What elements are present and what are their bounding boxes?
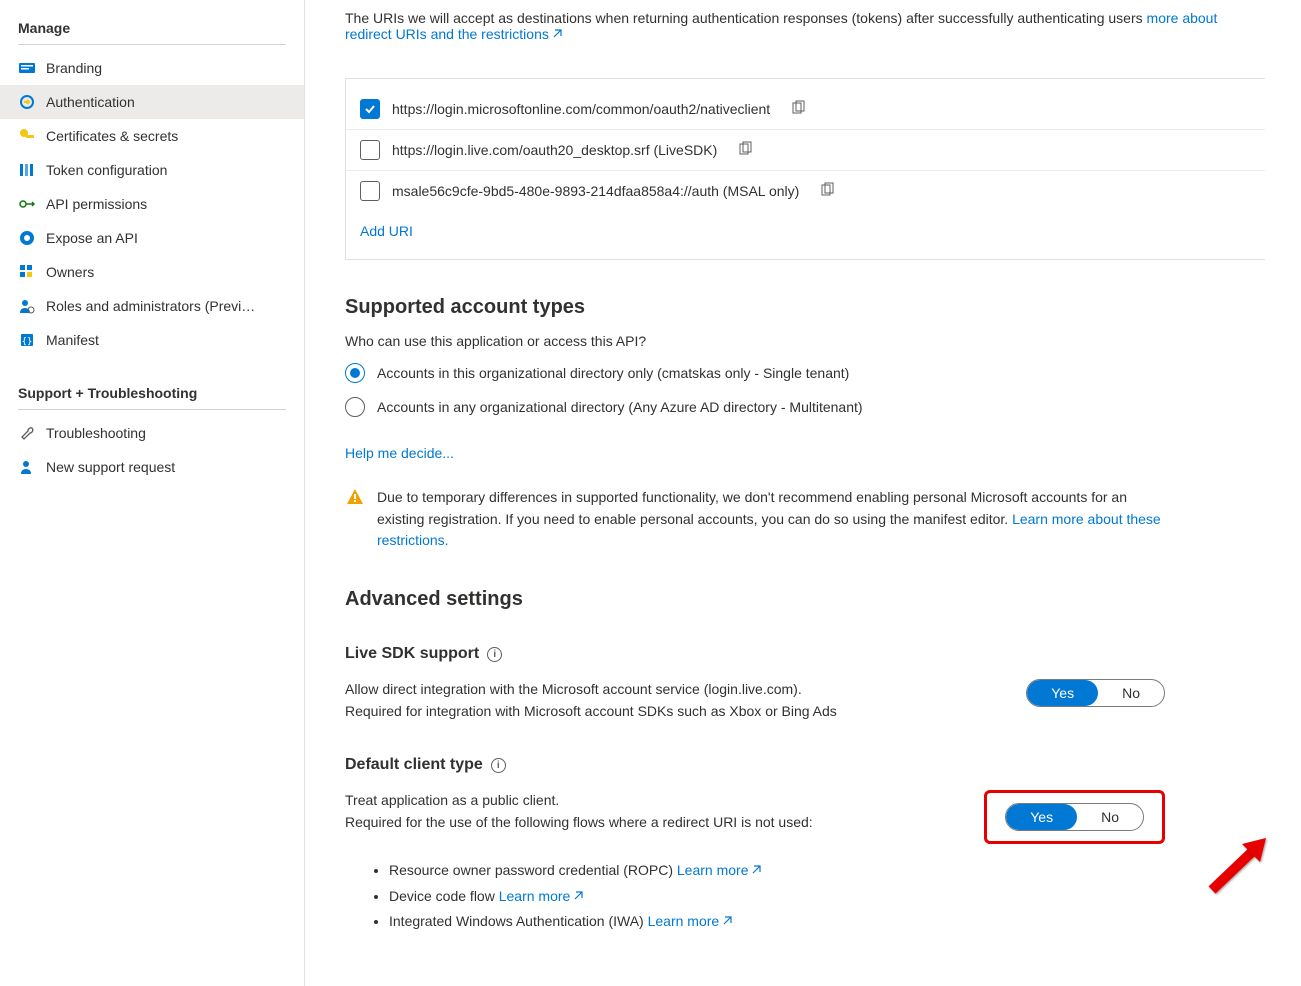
- sidebar-item-troubleshooting[interactable]: Troubleshooting: [0, 416, 304, 450]
- live-sdk-toggle[interactable]: Yes No: [1026, 679, 1165, 707]
- account-type-option[interactable]: Accounts in any organizational directory…: [345, 397, 1301, 417]
- manifest-icon: {}: [18, 331, 36, 349]
- copy-icon[interactable]: [737, 141, 753, 160]
- branding-icon: [18, 59, 36, 77]
- sidebar-item-authentication[interactable]: Authentication: [0, 85, 304, 119]
- section-label-manage: Manage: [0, 10, 304, 40]
- wrench-icon: [18, 424, 36, 442]
- toggle-yes[interactable]: Yes: [1027, 680, 1098, 706]
- default-client-type-toggle[interactable]: Yes No: [1005, 803, 1144, 831]
- nav-label: API permissions: [46, 196, 147, 212]
- info-icon[interactable]: i: [491, 758, 506, 773]
- default-client-setting-row: Treat application as a public client. Re…: [345, 790, 1165, 844]
- token-config-icon: [18, 161, 36, 179]
- sidebar-item-new-support[interactable]: New support request: [0, 450, 304, 484]
- uri-checkbox[interactable]: [360, 181, 380, 201]
- sidebar: Manage Branding Authentication Certifica…: [0, 0, 305, 986]
- flow-item: Integrated Windows Authentication (IWA) …: [389, 909, 1301, 934]
- divider: [18, 409, 286, 410]
- sidebar-item-roles-admins[interactable]: Roles and administrators (Previ…: [0, 289, 304, 323]
- owners-icon: [18, 263, 36, 281]
- expose-api-icon: [18, 229, 36, 247]
- supported-account-types-question: Who can use this application or access t…: [345, 333, 1301, 349]
- redirect-uri-intro: The URIs we will accept as destinations …: [345, 10, 1265, 42]
- nav-label: New support request: [46, 459, 175, 475]
- flow-item: Resource owner password credential (ROPC…: [389, 858, 1301, 883]
- default-client-type-heading: Default client type i: [345, 756, 1301, 774]
- live-sdk-heading: Live SDK support i: [345, 645, 1301, 663]
- learn-more-link[interactable]: Learn more: [499, 888, 585, 904]
- api-permissions-icon: [18, 195, 36, 213]
- nav-label: Expose an API: [46, 230, 138, 246]
- key-icon: [18, 127, 36, 145]
- toggle-no[interactable]: No: [1077, 804, 1143, 830]
- radio-label: Accounts in any organizational directory…: [377, 399, 863, 415]
- warning-icon: [345, 487, 365, 552]
- intro-text: The URIs we will accept as destinations …: [345, 10, 1143, 26]
- authentication-icon: [18, 93, 36, 111]
- flow-item: Device code flow Learn more: [389, 884, 1301, 909]
- uri-checkbox[interactable]: [360, 99, 380, 119]
- warning-message: Due to temporary differences in supporte…: [345, 487, 1165, 552]
- nav-label: Troubleshooting: [46, 425, 146, 441]
- info-icon[interactable]: i: [487, 647, 502, 662]
- toggle-no[interactable]: No: [1098, 680, 1164, 706]
- uri-text: https://login.microsoftonline.com/common…: [392, 101, 770, 117]
- external-link-icon: [572, 890, 584, 902]
- sidebar-item-api-permissions[interactable]: API permissions: [0, 187, 304, 221]
- sidebar-item-expose-api[interactable]: Expose an API: [0, 221, 304, 255]
- copy-icon[interactable]: [819, 182, 835, 201]
- section-label-support: Support + Troubleshooting: [0, 375, 304, 405]
- sidebar-item-owners[interactable]: Owners: [0, 255, 304, 289]
- account-type-option[interactable]: Accounts in this organizational director…: [345, 363, 1301, 383]
- nav-label: Roles and administrators (Previ…: [46, 298, 255, 314]
- default-client-description: Treat application as a public client. Re…: [345, 790, 813, 833]
- external-link-icon: [551, 28, 563, 40]
- copy-icon[interactable]: [790, 100, 806, 119]
- nav-label: Owners: [46, 264, 94, 280]
- uri-row: https://login.live.com/oauth20_desktop.s…: [346, 130, 1265, 171]
- roles-icon: [18, 297, 36, 315]
- nav-label: Certificates & secrets: [46, 128, 178, 144]
- uri-text: msale56c9cfe-9bd5-480e-9893-214dfaa858a4…: [392, 183, 799, 199]
- uri-text: https://login.live.com/oauth20_desktop.s…: [392, 142, 717, 158]
- main-content: The URIs we will accept as destinations …: [305, 0, 1301, 986]
- help-me-decide-link[interactable]: Help me decide...: [345, 445, 454, 461]
- add-uri-link[interactable]: Add URI: [360, 223, 1265, 239]
- external-link-icon: [750, 864, 762, 876]
- uri-row: msale56c9cfe-9bd5-480e-9893-214dfaa858a4…: [346, 171, 1265, 211]
- live-sdk-setting-row: Allow direct integration with the Micros…: [345, 679, 1165, 722]
- sidebar-item-token-config[interactable]: Token configuration: [0, 153, 304, 187]
- sidebar-item-certificates[interactable]: Certificates & secrets: [0, 119, 304, 153]
- uri-checkbox[interactable]: [360, 140, 380, 160]
- redirect-uri-list: https://login.microsoftonline.com/common…: [345, 78, 1265, 260]
- radio-button[interactable]: [345, 363, 365, 383]
- external-link-icon: [721, 915, 733, 927]
- nav-label: Branding: [46, 60, 102, 76]
- flows-list: Resource owner password credential (ROPC…: [389, 858, 1301, 934]
- uri-row: https://login.microsoftonline.com/common…: [346, 89, 1265, 130]
- sidebar-item-branding[interactable]: Branding: [0, 51, 304, 85]
- nav-label: Authentication: [46, 94, 135, 110]
- svg-text:{}: {}: [22, 337, 33, 347]
- learn-more-link[interactable]: Learn more: [677, 862, 763, 878]
- radio-label: Accounts in this organizational director…: [377, 365, 849, 381]
- supported-account-types-heading: Supported account types: [345, 296, 1301, 319]
- radio-button[interactable]: [345, 397, 365, 417]
- support-icon: [18, 458, 36, 476]
- live-sdk-description: Allow direct integration with the Micros…: [345, 679, 837, 722]
- nav-label: Token configuration: [46, 162, 167, 178]
- nav-label: Manifest: [46, 332, 99, 348]
- divider: [18, 44, 286, 45]
- sidebar-item-manifest[interactable]: {} Manifest: [0, 323, 304, 357]
- learn-more-link[interactable]: Learn more: [648, 913, 734, 929]
- warning-text: Due to temporary differences in supporte…: [377, 487, 1165, 552]
- toggle-yes[interactable]: Yes: [1006, 804, 1077, 830]
- highlight-annotation: Yes No: [984, 790, 1165, 844]
- advanced-settings-heading: Advanced settings: [345, 588, 1301, 611]
